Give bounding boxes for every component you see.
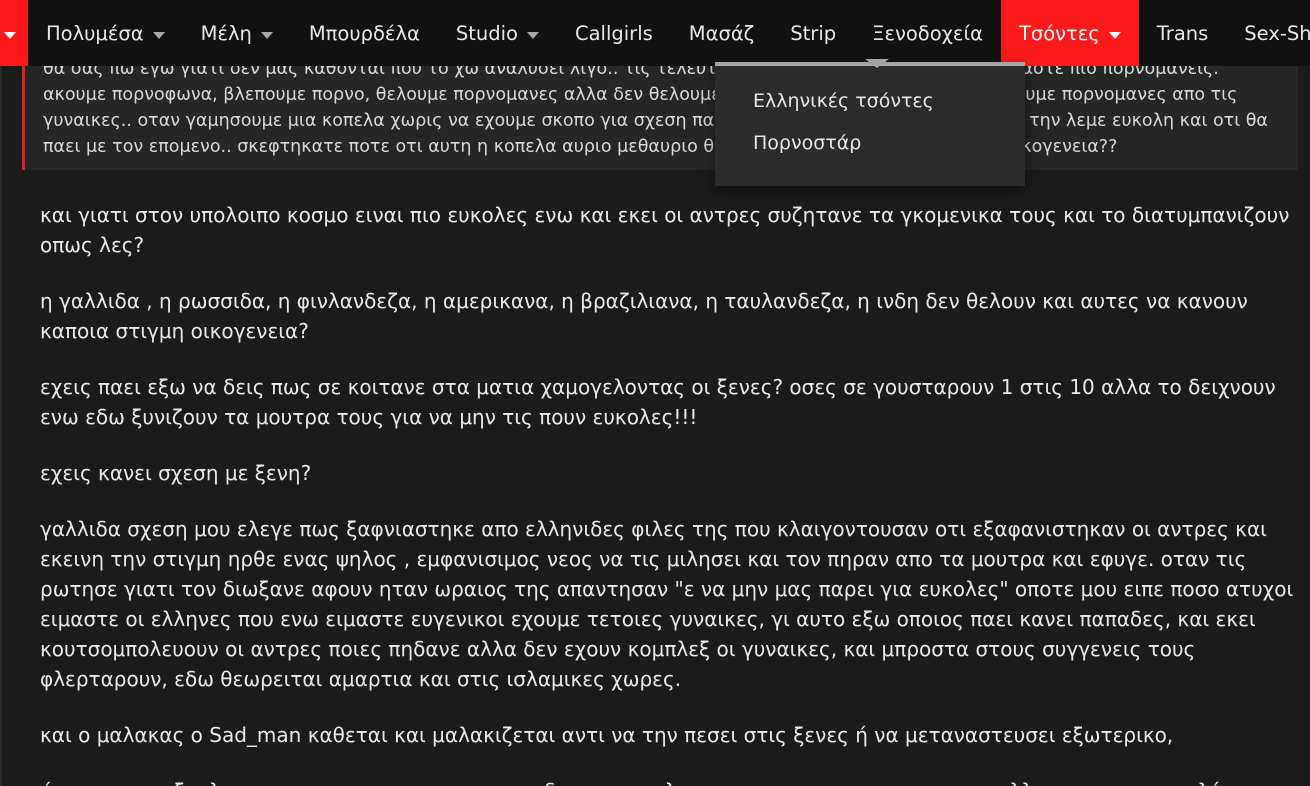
- post-paragraph: εχεις παει εξω να δεις πως σε κοιτανε στ…: [40, 375, 1276, 429]
- post-paragraph: και ο μαλακας ο Sad_man καθεται και μαλα…: [40, 723, 1174, 747]
- dropdown-item-greek-porn[interactable]: Ελληνικές τσόντες: [715, 80, 1025, 122]
- nav-item-ξενοδοχεία[interactable]: Ξενοδοχεία: [854, 0, 1001, 66]
- quoted-post: θα σας πω εγω γιατι δεν μας κάθονται που…: [22, 48, 1298, 170]
- active-tab-pointer: [865, 59, 889, 68]
- nav-item-label: Strip: [790, 21, 837, 45]
- nav-item-label: Μέλη: [200, 21, 252, 45]
- post-paragraph: και γιατι στον υπολοιπο κοσμο ειναι πιο …: [40, 203, 1290, 257]
- forum-page: θα σας πω εγω γιατι δεν μας κάθονται που…: [0, 0, 1310, 786]
- nav-item-home[interactable]: [0, 0, 28, 66]
- post-paragraph: η γαλλιδα , η ρωσσιδα, η φινλανδεζα, η α…: [40, 289, 1248, 343]
- chevron-down-icon[interactable]: [152, 31, 165, 39]
- tsontes-dropdown-menu: Ελληνικές τσόντες Πορνοστάρ: [715, 62, 1025, 186]
- chevron-down-icon[interactable]: [526, 31, 539, 39]
- nav-item-πολυμέσα[interactable]: Πολυμέσα: [28, 0, 183, 66]
- chevron-down-icon[interactable]: [260, 31, 273, 39]
- quote-text: θα σας πω εγω γιατι δεν μας κάθονται που…: [43, 59, 1268, 157]
- chevron-down-icon[interactable]: [4, 31, 16, 39]
- nav-item-sex-shop[interactable]: Sex-Shop: [1226, 0, 1310, 66]
- post-paragraph: ή εστω να ρηξει λιγο τα στανταρ του και …: [14, 776, 1298, 786]
- nav-item-label: Πολυμέσα: [46, 21, 144, 45]
- nav-item-label: Callgirls: [574, 21, 653, 45]
- nav-item-label: Τσόντες: [1018, 21, 1100, 45]
- main-navigation: Πολυμέσα Μέλη Μπουρδέλα Studio Callgirls Μασά…: [0, 0, 1310, 66]
- post-content: θα σας πω εγω γιατι δεν μας κάθονται που…: [0, 48, 1310, 786]
- post-paragraph: γαλλιδα σχεση μου ελεγε πως ξαφνιαστηκε …: [40, 517, 1294, 691]
- nav-item-label: Studio: [455, 21, 518, 45]
- nav-item-label: Trans: [1156, 21, 1209, 45]
- nav-item-trans[interactable]: Trans: [1139, 0, 1227, 66]
- chevron-down-icon[interactable]: [1108, 31, 1121, 39]
- nav-item-label: Sex-Shop: [1244, 21, 1310, 45]
- nav-item-label: Ξενοδοχεία: [872, 21, 983, 45]
- post-paragraph: εχεις κανει σχεση με ξενη?: [40, 461, 312, 485]
- nav-item-strip[interactable]: Strip: [772, 0, 854, 66]
- nav-item-studio[interactable]: Studio: [438, 0, 557, 66]
- nav-item-callgirls[interactable]: Callgirls: [557, 0, 671, 66]
- nav-item-μασάζ[interactable]: Μασάζ: [671, 0, 773, 66]
- nav-item-μπουρδέλα[interactable]: Μπουρδέλα: [291, 0, 438, 66]
- dropdown-item-pornstar[interactable]: Πορνοστάρ: [715, 122, 1025, 164]
- nav-item-label: Μασάζ: [688, 21, 755, 45]
- nav-item-μέλη[interactable]: Μέλη: [183, 0, 291, 66]
- nav-item-label: Μπουρδέλα: [308, 21, 420, 45]
- nav-item-τσόντες[interactable]: Τσόντες: [1000, 0, 1139, 66]
